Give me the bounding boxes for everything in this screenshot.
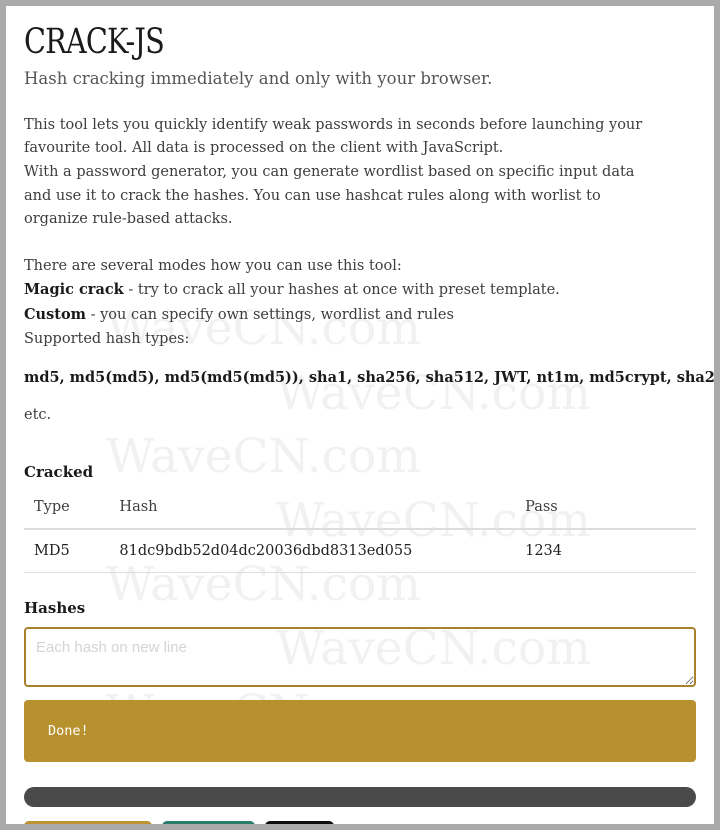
app-window: WaveCN.com WaveCN.com WaveCN.com WaveCN.… bbox=[6, 6, 714, 824]
magic-crack-button[interactable]: Magic Crack bbox=[24, 821, 153, 824]
mode-custom: Custom - you can specify own settings, w… bbox=[24, 303, 714, 328]
status-message: Done! bbox=[48, 723, 89, 740]
column-header-type: Type bbox=[24, 495, 110, 531]
cell-hash: 81dc9bdb52d04dc20036dbd8313ed055 bbox=[109, 529, 516, 574]
cracked-results-table: Type Hash Pass MD5 81dc9bdb52d04dc20036d… bbox=[24, 495, 696, 574]
intro-line-3: With a password generator, you can gener… bbox=[24, 163, 635, 180]
supported-hash-types-label: Supported hash types: bbox=[24, 330, 190, 347]
supported-hash-types-etc: etc. bbox=[24, 406, 52, 423]
table-header: Type Hash Pass bbox=[24, 495, 696, 531]
intro-line-4: and use it to crack the hashes. You can … bbox=[24, 187, 601, 204]
progress-bar-fill bbox=[24, 787, 696, 808]
cell-type: MD5 bbox=[24, 529, 110, 574]
modes-intro: There are several modes how you can use … bbox=[24, 257, 402, 274]
intro-line-1: This tool lets you quickly identify weak… bbox=[24, 116, 643, 133]
cell-pass: 1234 bbox=[515, 529, 696, 574]
intro-line-2: favourite tool. All data is processed on… bbox=[24, 140, 504, 157]
supported-hash-types-list: md5, md5(md5), md5(md5(md5)), sha1, sha2… bbox=[24, 368, 714, 386]
page-title: CRACK-JS bbox=[24, 22, 165, 62]
action-button-row: Magic Crack Custom Stop bbox=[24, 821, 714, 824]
column-header-hash: Hash bbox=[109, 495, 516, 531]
page-content: CRACK-JS Hash cracking immediately and o… bbox=[6, 6, 714, 824]
mode-custom-name: Custom bbox=[24, 305, 86, 323]
mode-magic-crack-desc: - try to crack all your hashes at once w… bbox=[123, 282, 560, 299]
custom-button[interactable]: Custom bbox=[162, 821, 256, 824]
hashes-input[interactable] bbox=[24, 627, 696, 688]
mode-magic-crack-name: Magic crack bbox=[24, 281, 124, 299]
mode-custom-desc: - you can specify own settings, wordlist… bbox=[85, 306, 454, 323]
hashes-section-heading: Hashes bbox=[24, 599, 86, 618]
column-header-pass: Pass bbox=[515, 495, 696, 531]
table-header-row: Type Hash Pass bbox=[24, 495, 696, 531]
table-body: MD5 81dc9bdb52d04dc20036dbd8313ed055 123… bbox=[24, 529, 696, 574]
intro-line-5: organize rule-based attacks. bbox=[24, 211, 233, 228]
mode-magic-crack: Magic crack - try to crack all your hash… bbox=[24, 278, 714, 303]
progress-bar bbox=[24, 787, 696, 808]
stop-button[interactable]: Stop bbox=[265, 821, 335, 824]
status-banner: Done! bbox=[24, 700, 696, 763]
cracked-section-heading: Cracked bbox=[24, 463, 94, 482]
page-subtitle: Hash cracking immediately and only with … bbox=[24, 68, 493, 88]
table-row: MD5 81dc9bdb52d04dc20036dbd8313ed055 123… bbox=[24, 529, 696, 574]
